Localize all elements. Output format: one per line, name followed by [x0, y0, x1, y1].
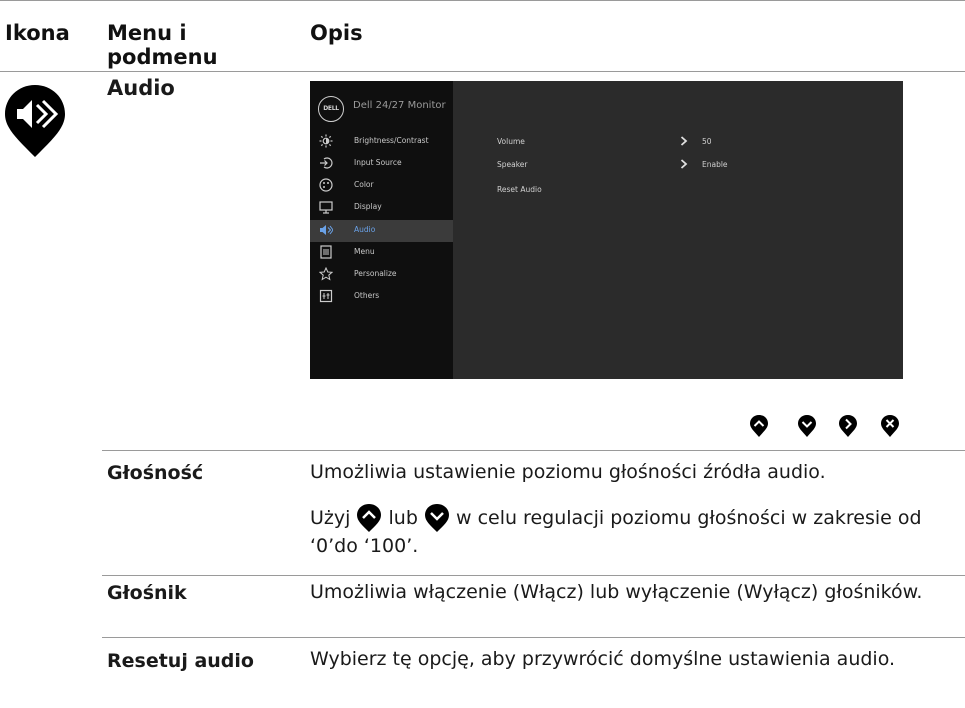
color-icon	[319, 178, 333, 192]
osd-menu-label: Audio	[354, 225, 376, 234]
osd-menu-label: Color	[354, 180, 374, 189]
menu-icon	[320, 245, 332, 259]
header-icon-col: Ikona	[5, 21, 70, 45]
chevron-right-icon	[680, 159, 688, 169]
header-top-rule	[0, 0, 965, 1]
osd-menu-label: Menu	[354, 247, 375, 256]
osd-menu-brightness[interactable]: Brightness/Contrast	[310, 131, 453, 153]
osd-option-speaker-value: Enable	[702, 160, 728, 169]
row-text-speaker: Umożliwia włączenie (Włącz) lub wyłączen…	[310, 581, 923, 603]
up-icon	[750, 415, 768, 437]
row-divider	[102, 575, 965, 576]
right-icon	[839, 415, 857, 437]
row-divider	[102, 637, 965, 638]
row-label-speaker: Głośnik	[107, 582, 187, 604]
row-text-reset-audio: Wybierz tę opcję, aby przywrócić domyśln…	[310, 648, 896, 670]
others-icon	[319, 289, 333, 303]
osd-menu-label: Personalize	[354, 269, 397, 278]
row-text-use: Użyj	[310, 507, 351, 529]
header-menu-col-line1: Menu i	[107, 21, 187, 45]
osd-menu-label: Input Source	[354, 158, 402, 167]
osd-menu-others[interactable]: Others	[310, 286, 453, 308]
osd-option-volume[interactable]: Volume	[497, 137, 525, 146]
osd-menu-audio[interactable]: Audio	[310, 220, 453, 242]
osd-menu-menu[interactable]: Menu	[310, 242, 453, 264]
row-text-volume-2: Użyj lub w celu regulacji poziomu głośno…	[310, 503, 930, 560]
osd-menu-input-source[interactable]: Input Source	[310, 153, 453, 175]
row-label-reset-audio: Resetuj audio	[107, 650, 254, 672]
row-text-or: lub	[388, 507, 418, 529]
chevron-right-icon	[680, 136, 688, 146]
osd-menu-label: Others	[354, 291, 380, 300]
star-icon	[319, 267, 333, 281]
row-text-volume-1: Umożliwia ustawienie poziomu głośności ź…	[310, 461, 826, 483]
section-title: Audio	[107, 76, 175, 100]
osd-option-speaker[interactable]: Speaker	[497, 160, 528, 169]
osd-menu-display[interactable]: Display	[310, 197, 453, 219]
down-icon	[798, 415, 816, 437]
osd-menu-color[interactable]: Color	[310, 175, 453, 197]
row-divider	[102, 450, 965, 451]
osd-menu-label: Brightness/Contrast	[354, 136, 429, 145]
dell-logo: DELL	[318, 96, 344, 122]
speaker-pin-icon	[5, 85, 65, 157]
osd-title: Dell 24/27 Monitor	[353, 100, 446, 111]
down-icon	[424, 504, 449, 532]
close-icon	[881, 415, 899, 437]
display-icon	[319, 201, 333, 214]
up-icon	[357, 504, 382, 532]
row-label-volume: Głośność	[107, 462, 204, 484]
header-desc-col: Opis	[310, 21, 363, 45]
osd-menu-label: Display	[354, 202, 382, 211]
input-source-icon	[320, 157, 333, 169]
osd-option-volume-value: 50	[702, 137, 712, 146]
audio-icon	[320, 225, 333, 235]
osd-option-reset-audio[interactable]: Reset Audio	[497, 185, 542, 194]
brightness-icon	[319, 134, 333, 148]
header-menu-col-line2: podmenu	[107, 45, 218, 69]
osd-sidebar: DELL Dell 24/27 Monitor Brightness/Contr…	[310, 81, 453, 379]
osd-menu-personalize[interactable]: Personalize	[310, 264, 453, 286]
osd-screen: DELL Dell 24/27 Monitor Brightness/Contr…	[310, 81, 903, 379]
header-bottom-rule	[0, 71, 965, 72]
